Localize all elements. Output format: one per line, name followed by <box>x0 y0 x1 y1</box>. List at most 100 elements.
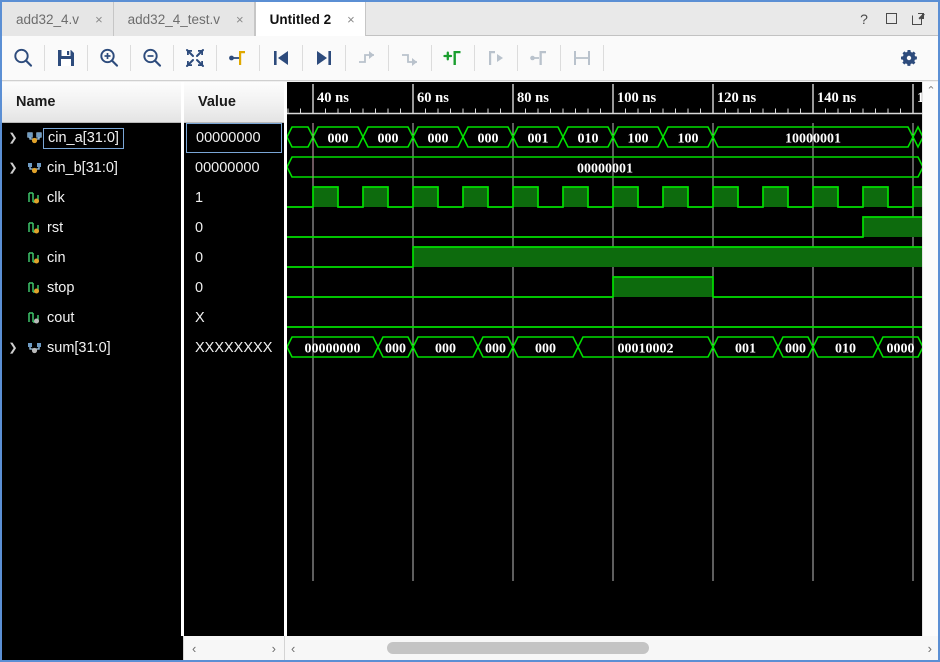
signal-row-cin_b[interactable]: ❯ cin_b[31:0] <box>2 153 181 183</box>
svg-text:40 ns: 40 ns <box>317 90 349 106</box>
bit-signal-icon <box>24 251 44 265</box>
measure-icon <box>561 36 603 80</box>
svg-text:000: 000 <box>535 342 556 357</box>
value-row-cout[interactable]: X <box>184 303 284 333</box>
svg-text:010: 010 <box>835 342 856 357</box>
tab-add32_4[interactable]: add32_4.v × <box>2 2 114 36</box>
svg-text:80 ns: 80 ns <box>517 90 549 106</box>
signal-name-label: stop <box>47 280 75 296</box>
close-icon[interactable]: × <box>95 13 103 26</box>
signal-row-cout[interactable]: ❯ cout <box>2 303 181 333</box>
settings-gear-icon[interactable] <box>888 36 930 80</box>
previous-edge-icon <box>346 36 388 80</box>
svg-text:00000001: 00000001 <box>577 162 633 177</box>
scroll-right-icon[interactable]: › <box>272 641 276 656</box>
chevron-right-icon[interactable]: ❯ <box>2 342 24 354</box>
bit-signal-icon <box>24 311 44 325</box>
bottom-scrollbar-area: ‹ › ‹ › <box>2 636 938 660</box>
waveform-inner: 40 ns60 ns80 ns100 ns120 ns140 ns1000000… <box>287 82 922 660</box>
signal-name-label: rst <box>47 220 64 236</box>
value-row-sum[interactable]: XXXXXXXX <box>184 333 284 363</box>
signal-name-label: cout <box>47 310 75 326</box>
signal-row-stop[interactable]: ❯ stop <box>2 273 181 303</box>
zoom-in-icon[interactable] <box>88 36 130 80</box>
maximize-icon[interactable] <box>884 12 898 26</box>
value-row-cin[interactable]: 0 <box>184 243 284 273</box>
chevron-right-icon[interactable]: ❯ <box>2 162 24 174</box>
svg-text:000: 000 <box>435 342 456 357</box>
signal-row-clk[interactable]: ❯ clk <box>2 183 181 213</box>
svg-text:00010002: 00010002 <box>618 342 674 357</box>
bit-signal-icon <box>24 221 44 235</box>
signal-row-cin[interactable]: ❯ cin <box>2 243 181 273</box>
signal-value-panel: Value 00000000 00000000 1 0 0 0 X XXXXXX… <box>183 82 284 660</box>
wave-panel-hscrollbar[interactable]: ‹ › <box>284 636 938 660</box>
waveform-viewer-window: add32_4.v × add32_4_test.v × Untitled 2 … <box>0 0 940 662</box>
bus-signal-icon <box>24 341 44 355</box>
waveform-svg[interactable]: 40 ns60 ns80 ns100 ns120 ns140 ns1000000… <box>287 82 922 660</box>
signal-row-rst[interactable]: ❯ rst <box>2 213 181 243</box>
save-icon[interactable] <box>45 36 87 80</box>
value-row-cin_a[interactable]: 00000000 <box>186 123 282 153</box>
search-icon[interactable] <box>2 36 44 80</box>
twisty-placeholder: ❯ <box>2 193 24 204</box>
waveform-canvas-panel[interactable]: 40 ns60 ns80 ns100 ns120 ns140 ns1000000… <box>286 82 922 660</box>
zoom-out-icon[interactable] <box>131 36 173 80</box>
tab-untitled-2[interactable]: Untitled 2 × <box>254 2 366 36</box>
previous-marker-icon <box>475 36 517 80</box>
zoom-fit-icon[interactable] <box>174 36 216 80</box>
signal-name-label: cin_b[31:0] <box>47 160 118 176</box>
svg-text:000: 000 <box>378 132 399 147</box>
value-row-clk[interactable]: 1 <box>184 183 284 213</box>
tab-add32_4_test[interactable]: add32_4_test.v × <box>113 2 255 36</box>
help-icon[interactable]: ? <box>857 12 871 26</box>
scroll-up-icon[interactable]: ⌃ <box>923 82 938 98</box>
scroll-right-icon[interactable]: › <box>928 641 932 656</box>
value-row-cin_b[interactable]: 00000000 <box>184 153 284 183</box>
value-row-stop[interactable]: 0 <box>184 273 284 303</box>
bus-signal-icon <box>24 161 44 175</box>
name-column-label: Name <box>16 94 56 110</box>
twisty-placeholder: ❯ <box>2 283 24 294</box>
goto-marker-icon[interactable] <box>217 36 259 80</box>
chevron-right-icon[interactable]: ❯ <box>2 132 24 144</box>
twisty-placeholder: ❯ <box>2 253 24 264</box>
signal-name-panel: Name ❯ cin_a[31:0] ❯ cin_b[31:0] clk rst… <box>2 82 181 660</box>
signal-value-list: 00000000 00000000 1 0 0 0 X XXXXXXXX <box>184 123 284 363</box>
svg-text:000: 000 <box>478 132 499 147</box>
svg-text:60 ns: 60 ns <box>417 90 449 106</box>
add-marker-icon[interactable] <box>432 36 474 80</box>
svg-text:100: 100 <box>628 132 649 147</box>
close-icon[interactable]: × <box>347 13 355 26</box>
signal-row-cin_a[interactable]: ❯ cin_a[31:0] <box>2 123 181 153</box>
name-column-header[interactable]: Name <box>2 82 181 123</box>
value-column-label: Value <box>198 94 236 110</box>
svg-text:000: 000 <box>428 132 449 147</box>
value-row-rst[interactable]: 0 <box>184 213 284 243</box>
value-panel-hscrollbar[interactable]: ‹ › <box>183 636 284 660</box>
svg-text:000: 000 <box>485 342 506 357</box>
vertical-scrollbar[interactable]: ⌃ ⌄ <box>922 82 938 660</box>
svg-text:001: 001 <box>528 132 549 147</box>
main-area: Name ❯ cin_a[31:0] ❯ cin_b[31:0] clk rst… <box>2 82 938 660</box>
tab-bar: add32_4.v × add32_4_test.v × Untitled 2 … <box>2 2 938 36</box>
scroll-left-icon[interactable]: ‹ <box>192 641 196 656</box>
popout-icon[interactable] <box>911 12 925 26</box>
svg-text:100 ns: 100 ns <box>617 90 656 106</box>
next-transition-icon[interactable] <box>303 36 345 80</box>
value-column-header[interactable]: Value <box>184 82 284 123</box>
waveform-toolbar <box>2 36 938 81</box>
svg-text:10000001: 10000001 <box>785 132 841 147</box>
bit-signal-icon <box>24 281 44 295</box>
next-marker-icon <box>518 36 560 80</box>
twisty-placeholder: ❯ <box>2 313 24 324</box>
signal-name-label: clk <box>47 190 65 206</box>
previous-transition-icon[interactable] <box>260 36 302 80</box>
svg-text:000: 000 <box>385 342 406 357</box>
next-edge-icon <box>389 36 431 80</box>
hscroll-track[interactable] <box>295 636 927 660</box>
bit-signal-icon <box>24 191 44 205</box>
close-icon[interactable]: × <box>236 13 244 26</box>
signal-row-sum[interactable]: ❯ sum[31:0] <box>2 333 181 363</box>
hscroll-thumb[interactable] <box>387 642 650 654</box>
